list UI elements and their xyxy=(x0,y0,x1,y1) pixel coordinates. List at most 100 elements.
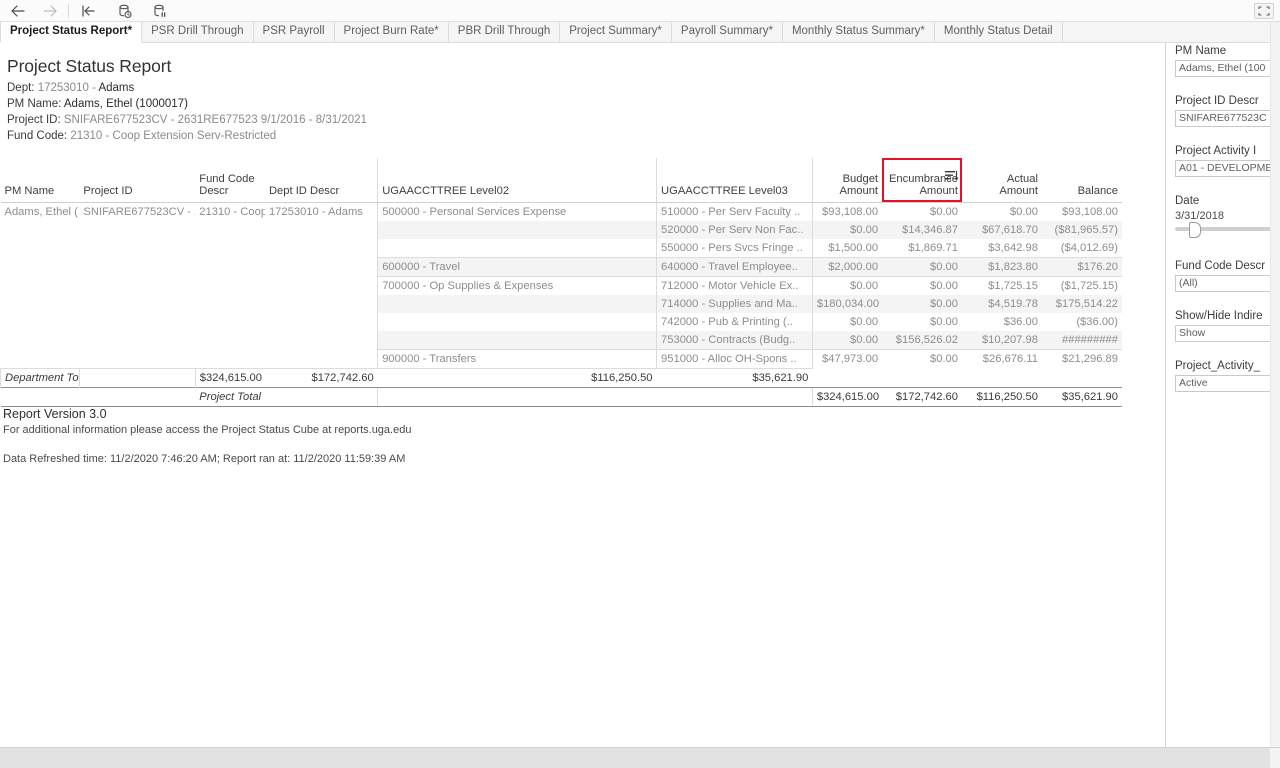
table-body: Adams, Ethel (10000017)SNIFARE677523CV -… xyxy=(0,202,1123,407)
cell-budget-amount: $47,973.00 xyxy=(811,349,883,368)
cell-encumbrance-amount: $0.00 xyxy=(930,315,958,328)
cell-level03: 640000 - Travel Employee.. xyxy=(656,257,813,276)
meta-project-id: Project ID: SNIFARE677523CV - 2631RE6775… xyxy=(7,114,367,126)
pause-auto-updates-button[interactable] xyxy=(150,2,170,20)
cell-actual-amount: $67,618.70 xyxy=(962,220,1042,239)
project-total-actual: $116,250.50 xyxy=(962,386,1042,407)
date-slider-track[interactable] xyxy=(1175,222,1270,238)
report-version: Report Version 3.0 xyxy=(3,407,107,421)
tab-project-burn-rate[interactable]: Project Burn Rate* xyxy=(334,22,449,42)
department-total-encumbrance: $172,742.60 xyxy=(264,367,378,387)
tab-project-summary[interactable]: Project Summary* xyxy=(560,22,672,42)
cell-encumbrance-amount: $0.00 xyxy=(882,257,962,276)
cell-actual-amount: $10,207.98 xyxy=(962,330,1042,349)
cell-level03: 520000 - Per Serv Non Fac.. xyxy=(656,220,813,239)
forward-button[interactable] xyxy=(40,2,60,20)
revert-all-button[interactable] xyxy=(78,2,98,20)
filter-project-id-descr: Project ID Descr SNIFARE677523C xyxy=(1175,95,1270,127)
filter-pm-name: PM Name Adams, Ethel (100 xyxy=(1175,45,1270,77)
meta-fund-value: 21310 - Coop Extension Serv-Restricted xyxy=(70,130,277,142)
cell-balance: $175,514.22 xyxy=(1041,294,1122,313)
cell-dept-id-descr: 17253010 - Adams xyxy=(264,202,378,368)
col-header-level02[interactable]: UGAACCTTREE Level02 xyxy=(377,158,657,203)
project-total-encumbrance: $172,742.60 xyxy=(882,386,962,407)
filter-label-date: Date xyxy=(1175,195,1200,207)
cell-budget-amount: $0.00 xyxy=(811,220,883,239)
cell-budget-amount: $2,000.00 xyxy=(811,257,883,276)
tab-monthly-status-summary[interactable]: Monthly Status Summary* xyxy=(782,22,935,42)
project-total-budget: $324,615.00 xyxy=(811,386,883,407)
col-header-budget-amount[interactable]: Budget Amount xyxy=(811,158,883,203)
filter-input-show-hide-indire[interactable]: Show xyxy=(1175,325,1270,342)
cell-level02 xyxy=(377,294,657,313)
filter-project-activity: Project_Activity_ Active xyxy=(1175,360,1270,392)
tab-pbr-drill-through[interactable]: PBR Drill Through xyxy=(448,22,561,42)
back-button[interactable] xyxy=(8,2,28,20)
filter-panel: PM Name Adams, Ethel (100 Project ID Descr… xyxy=(1166,43,1270,747)
col-header-encumbrance-amount[interactable]: Encumbrance Amount xyxy=(882,158,962,203)
department-total-row: Department Total $324,615.00$172,742.60$1… xyxy=(0,367,1123,387)
cell-level02 xyxy=(377,220,657,239)
tab-payroll-summary[interactable]: Payroll Summary* xyxy=(671,22,783,42)
cell-encumbrance-amount: $0.00 xyxy=(930,205,958,218)
cell-level02: 600000 - Travel xyxy=(377,256,657,276)
col-header-balance[interactable]: Balance xyxy=(1041,158,1122,203)
meta-dept: Dept: 17253010 - Adams xyxy=(7,82,134,94)
filter-label-project-activity: Project_Activity_ xyxy=(1175,360,1261,372)
filter-input-project-activity[interactable]: Active xyxy=(1175,375,1270,392)
forward-arrow-icon xyxy=(43,5,57,17)
filter-input-fund-code-descr[interactable]: (All) xyxy=(1175,275,1270,292)
cell-balance: ($81,965.57) xyxy=(1041,220,1122,239)
filter-input-project-id-descr[interactable]: SNIFARE677523C xyxy=(1175,110,1270,127)
cell-actual-amount: $0.00 xyxy=(1009,205,1038,218)
filter-date: Date 3/31/2018 xyxy=(1175,195,1270,238)
vertical-scrollbar-gutter[interactable] xyxy=(1270,22,1280,747)
col-header-pm-name[interactable]: PM Name xyxy=(0,158,80,203)
cell-budget-amount: $0.00 xyxy=(811,330,883,349)
tab-project-status-report[interactable]: Project Status Report* xyxy=(0,22,143,43)
tab-psr-drill-through[interactable]: PSR Drill Through xyxy=(142,22,254,42)
meta-dept-value: 17253010 - xyxy=(37,82,96,94)
tab-monthly-status-detail[interactable]: Monthly Status Detail xyxy=(934,22,1063,42)
col-header-project-id[interactable]: Project ID xyxy=(79,158,196,203)
filter-fund-code-descr: Fund Code Descr (All) xyxy=(1175,260,1270,292)
cell-encumbrance-amount: $0.00 xyxy=(930,279,958,292)
refresh-data-source-icon xyxy=(119,4,132,18)
date-slider-handle[interactable] xyxy=(1189,222,1201,238)
filter-input-project-activity-i[interactable]: A01 - DEVELOPME xyxy=(1175,160,1270,177)
cell-level03: 951000 - Alloc OH-Spons .. xyxy=(656,349,813,368)
cell-budget-amount: $180,034.00 xyxy=(811,294,883,313)
revert-icon xyxy=(82,5,95,17)
cell-level02: 900000 - Transfers xyxy=(377,348,657,368)
fullscreen-icon xyxy=(1258,6,1270,16)
cell-encumbrance-amount: $0.00 xyxy=(882,294,962,313)
col-header-dept-id-descr[interactable]: Dept ID Descr xyxy=(264,158,378,203)
project-total-balance: $35,621.90 xyxy=(1041,386,1122,407)
refresh-data-source-button[interactable] xyxy=(115,2,135,20)
cell-level02 xyxy=(377,312,657,331)
department-total-actual: $116,250.50 xyxy=(377,367,657,387)
worksheet-tabstrip[interactable]: Project Status Report* PSR Drill Through P… xyxy=(0,22,1280,43)
department-total-level03-blank xyxy=(78,367,196,387)
presentation-mode-button[interactable] xyxy=(1254,3,1274,19)
department-total-balance: $35,621.90 xyxy=(656,367,813,387)
table-row[interactable]: Adams, Ethel (10000017)SNIFARE677523CV -… xyxy=(0,202,1123,368)
tabstrip-filler xyxy=(1062,22,1280,42)
col-header-fund-code-descr[interactable]: Fund Code Descr xyxy=(195,158,265,203)
meta-pm-label: PM Name: xyxy=(7,98,62,110)
cell-budget-amount: $0.00 xyxy=(811,312,883,331)
tab-psr-payroll[interactable]: PSR Payroll xyxy=(253,22,335,42)
cell-balance: $93,108.00 xyxy=(1062,205,1118,218)
department-total-label: Department Total xyxy=(0,367,80,387)
sort-descending-icon xyxy=(945,169,959,185)
toolbar xyxy=(0,0,1280,22)
cell-level02 xyxy=(377,238,657,257)
col-header-actual-amount[interactable]: Actual Amount xyxy=(962,158,1042,203)
cell-balance: ($1,725.15) xyxy=(1060,279,1118,292)
cell-balance: $21,296.89 xyxy=(1062,352,1118,365)
meta-dept-label: Dept: xyxy=(7,82,35,94)
col-header-level03[interactable]: UGAACCTTREE Level03 xyxy=(656,158,813,203)
meta-project-value: SNIFARE677523CV - 2631RE677523 9/1/2016 … xyxy=(63,114,367,126)
filter-input-pm-name[interactable]: Adams, Ethel (100 xyxy=(1175,60,1270,77)
cell-encumbrance-amount: $14,346.87 xyxy=(882,220,962,239)
